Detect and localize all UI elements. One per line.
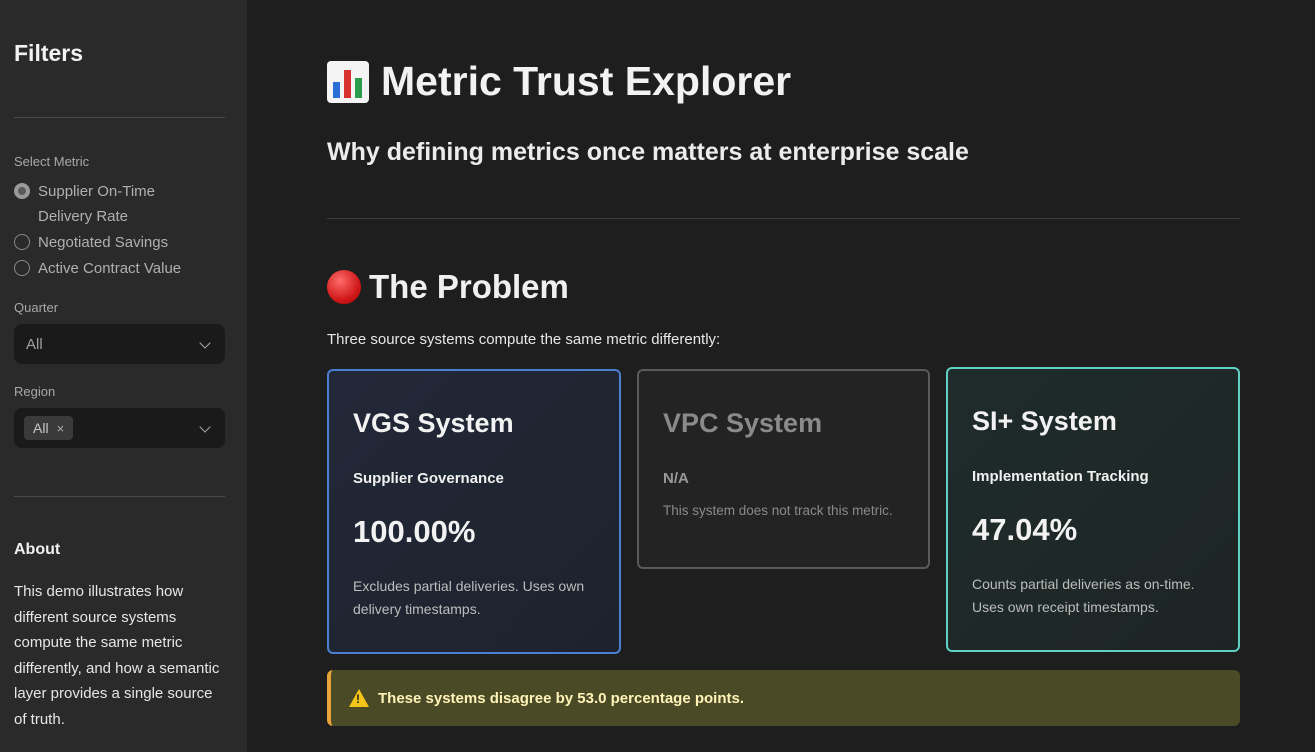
region-tag: All × <box>24 416 74 440</box>
sidebar-title: Filters <box>14 40 84 66</box>
region-label: Region <box>14 384 56 399</box>
sidebar-divider <box>14 117 225 118</box>
page-title-text: Metric Trust Explorer <box>381 58 792 104</box>
section-intro: Three source systems compute the same me… <box>327 331 721 348</box>
section-title: The Problem <box>327 268 569 306</box>
card-si-plus-system: SI+ System Implementation Tracking 47.04… <box>946 367 1240 652</box>
radio-label: Supplier On-Time Delivery Rate <box>38 183 155 225</box>
radio-icon[interactable] <box>14 234 30 250</box>
card-value: 100.00% <box>353 514 476 549</box>
card-note: This system does not track this metric. <box>663 503 893 518</box>
radio-icon[interactable] <box>14 260 30 276</box>
card-note: Excludes partial deliveries. Uses own de… <box>353 578 585 617</box>
chevron-down-icon <box>199 421 211 433</box>
radio-negotiated-savings[interactable]: Negotiated Savings <box>14 230 214 255</box>
radio-active-contract-value[interactable]: Active Contract Value <box>14 256 214 281</box>
card-vgs-system: VGS System Supplier Governance 100.00% E… <box>327 369 621 654</box>
close-icon[interactable]: × <box>57 421 65 436</box>
warning-banner: These systems disagree by 53.0 percentag… <box>327 670 1240 726</box>
card-subtitle: Supplier Governance <box>353 470 504 487</box>
page-subtitle: Why defining metrics once matters at ent… <box>327 138 969 166</box>
quarter-select[interactable]: All <box>14 324 225 364</box>
section-title-text: The Problem <box>369 268 569 305</box>
sidebar: Filters Select Metric Supplier On-Time D… <box>0 0 247 752</box>
card-subtitle: Implementation Tracking <box>972 468 1149 485</box>
page-title: Metric Trust Explorer <box>327 58 791 105</box>
quarter-label: Quarter <box>14 300 59 315</box>
radio-supplier-on-time[interactable]: Supplier On-Time Delivery Rate <box>14 179 214 229</box>
sidebar-divider <box>14 496 225 497</box>
warning-icon <box>349 689 369 707</box>
radio-label: Negotiated Savings <box>38 234 169 251</box>
card-note: Counts partial deliveries as on-time. Us… <box>972 576 1195 615</box>
card-title: SI+ System <box>972 406 1117 436</box>
radio-label: Active Contract Value <box>38 260 182 277</box>
main-divider <box>327 218 1240 219</box>
red-circle-icon <box>327 270 361 304</box>
region-multiselect[interactable]: All × <box>14 408 225 448</box>
quarter-value: All <box>26 335 43 353</box>
metric-label: Select Metric <box>14 154 90 169</box>
about-text: This demo illustrates how different sour… <box>14 583 220 728</box>
bar-chart-icon <box>327 60 369 103</box>
card-subtitle: N/A <box>663 470 689 487</box>
radio-selected-icon[interactable] <box>14 183 30 199</box>
card-title: VPC System <box>663 408 823 438</box>
card-vpc-system: VPC System N/A This system does not trac… <box>637 369 930 569</box>
warning-text: These systems disagree by 53.0 percentag… <box>378 689 744 707</box>
chevron-down-icon <box>199 337 211 349</box>
about-title: About <box>14 541 61 558</box>
card-title: VGS System <box>353 408 514 438</box>
region-tag-label: All <box>33 420 49 436</box>
card-value: 47.04% <box>972 512 1078 547</box>
